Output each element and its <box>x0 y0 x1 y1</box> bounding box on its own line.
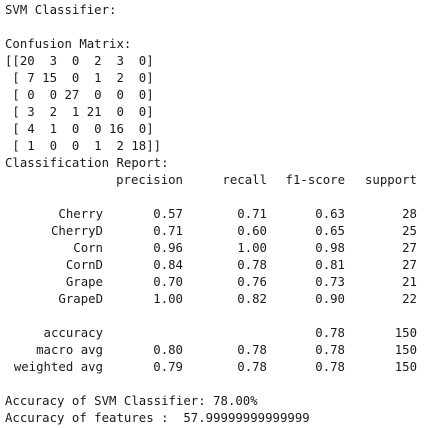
precision-value: 1.00 <box>153 292 183 306</box>
confusion-matrix: [[20 3 0 2 3 0] [ 7 15 0 1 2 0] [ 0 0 27… <box>5 53 443 155</box>
f1-value: 0.90 <box>315 292 345 306</box>
support-value: 21 <box>402 275 417 289</box>
precision-value <box>103 325 183 342</box>
f1-value: 0.65 <box>315 224 345 238</box>
report-header-blank <box>5 172 103 189</box>
matrix-row: [ 1 0 0 1 2 18]] <box>5 139 162 153</box>
support-value: 27 <box>402 241 417 255</box>
recall-value: 0.60 <box>237 224 267 238</box>
classifier-header: SVM Classifier: <box>5 3 117 17</box>
report-header-support: support <box>364 173 417 187</box>
console-output: SVM Classifier: Confusion Matrix: [[20 3… <box>5 2 443 427</box>
f1-value: 0.81 <box>315 258 345 272</box>
f1-value: 0.63 <box>315 207 345 221</box>
report-row: Cherry 0.57 0.71 0.63 28 <box>5 206 417 223</box>
report-header-f1: f1-score <box>285 173 345 187</box>
summary-label: accuracy <box>43 326 103 340</box>
report-row: CornD 0.84 0.78 0.81 27 <box>5 257 417 274</box>
summary-label: macro avg <box>36 343 103 357</box>
precision-value: 0.71 <box>153 224 183 238</box>
report-header-row: precision recall f1-score support <box>5 172 417 189</box>
recall-value: 1.00 <box>237 241 267 255</box>
matrix-row: [ 7 15 0 1 2 0] <box>5 71 154 85</box>
report-header-recall: recall <box>222 173 267 187</box>
support-value: 22 <box>402 292 417 306</box>
support-value: 25 <box>402 224 417 238</box>
summary-row: weighted avg 0.79 0.78 0.78 150 <box>5 359 417 376</box>
summary-row: accuracy 0.78 150 <box>5 325 417 342</box>
precision-value: 0.96 <box>153 241 183 255</box>
report-header-precision: precision <box>116 173 183 187</box>
support-value: 150 <box>394 360 417 374</box>
matrix-row: [ 3 2 1 21 0 0] <box>5 105 154 119</box>
report-row: Grape 0.70 0.76 0.73 21 <box>5 274 417 291</box>
matrix-row: [ 4 1 0 0 16 0] <box>5 122 154 136</box>
blank-row <box>5 189 417 206</box>
features-accuracy-line: Accuracy of features : 57.99999999999999 <box>5 411 310 425</box>
recall-value: 0.82 <box>237 292 267 306</box>
matrix-row: [ 0 0 27 0 0 0] <box>5 88 154 102</box>
f1-value: 0.98 <box>315 241 345 255</box>
precision-value: 0.57 <box>153 207 183 221</box>
recall-value: 0.76 <box>237 275 267 289</box>
class-label: CornD <box>65 258 103 272</box>
report-row: Corn 0.96 1.00 0.98 27 <box>5 240 417 257</box>
support-value: 27 <box>402 258 417 272</box>
f1-value: 0.78 <box>315 343 345 357</box>
recall-value: 0.78 <box>237 258 267 272</box>
recall-value <box>183 325 267 342</box>
class-label: Cherry <box>58 207 103 221</box>
classification-report-table: precision recall f1-score support Cherry… <box>5 172 417 376</box>
summary-row: macro avg 0.80 0.78 0.78 150 <box>5 342 417 359</box>
class-label: Corn <box>73 241 103 255</box>
recall-value: 0.78 <box>237 343 267 357</box>
f1-value: 0.78 <box>315 360 345 374</box>
class-label: CherryD <box>50 224 103 238</box>
report-row: CherryD 0.71 0.60 0.65 25 <box>5 223 417 240</box>
support-value: 28 <box>402 207 417 221</box>
blank-row <box>5 308 417 325</box>
precision-value: 0.80 <box>153 343 183 357</box>
support-value: 150 <box>394 343 417 357</box>
f1-value: 0.73 <box>315 275 345 289</box>
recall-value: 0.78 <box>237 360 267 374</box>
report-row: GrapeD 1.00 0.82 0.90 22 <box>5 291 417 308</box>
precision-value: 0.84 <box>153 258 183 272</box>
class-label: GrapeD <box>58 292 103 306</box>
f1-value: 0.78 <box>315 326 345 340</box>
recall-value: 0.71 <box>237 207 267 221</box>
support-value: 150 <box>394 326 417 340</box>
precision-value: 0.79 <box>153 360 183 374</box>
svm-accuracy-line: Accuracy of SVM Classifier: 78.00% <box>5 394 258 408</box>
summary-label: weighted avg <box>13 360 103 374</box>
confusion-matrix-title: Confusion Matrix: <box>5 37 132 51</box>
matrix-row: [[20 3 0 2 3 0] <box>5 54 154 68</box>
class-label: Grape <box>65 275 103 289</box>
precision-value: 0.70 <box>153 275 183 289</box>
classification-report-title: Classification Report: <box>5 156 169 170</box>
